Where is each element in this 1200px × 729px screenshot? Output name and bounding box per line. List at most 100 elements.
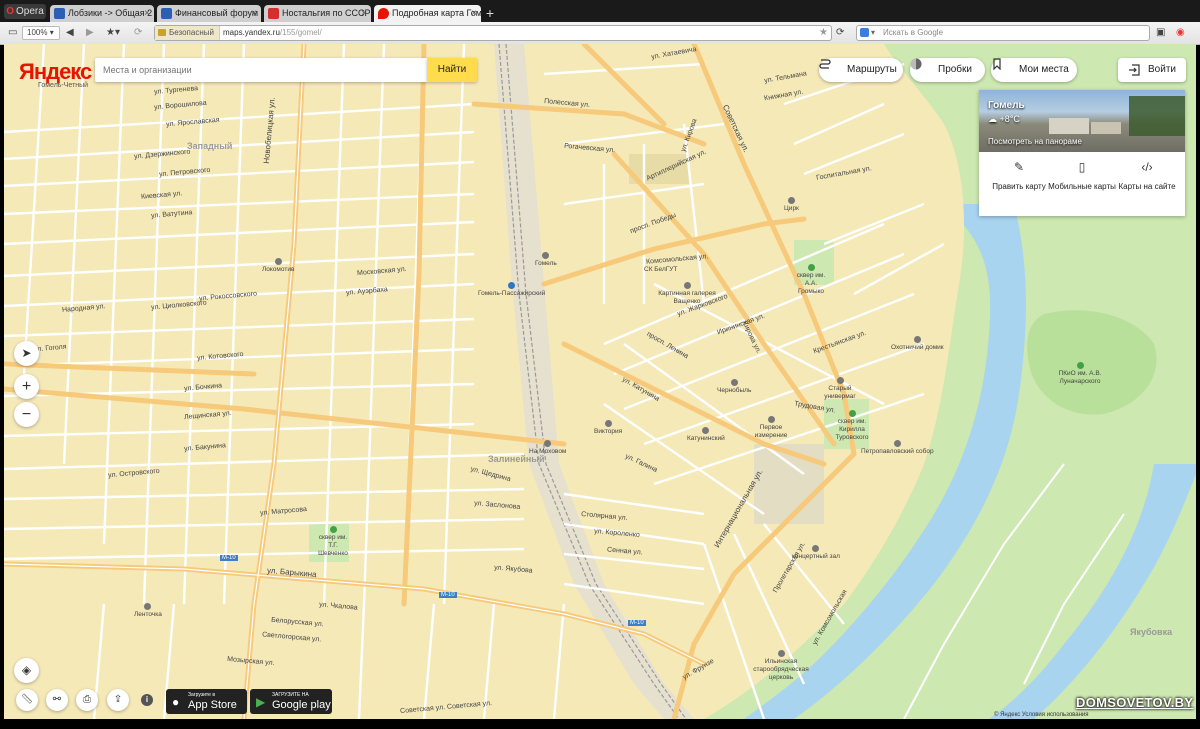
cart-icon (767, 416, 775, 423)
poi-shop[interactable]: Первое измерение (753, 416, 789, 440)
district-label: Западный (187, 141, 233, 151)
tab-4-active[interactable]: Подробная карта Гом... × (374, 5, 481, 22)
google-search-field[interactable]: ▾ Искать в Google (856, 25, 1150, 41)
poi-label: Охотничий домик (891, 344, 944, 351)
pencil-icon: ✎ (1013, 160, 1025, 174)
poi-label: Ильинская старообрядческая церковь (753, 658, 809, 681)
panorama-link[interactable]: Посмотреть на панораме (988, 137, 1082, 146)
poi-park[interactable]: сквер им. Кирилла Туровского (830, 410, 874, 442)
camera-icon[interactable]: ▣ (1156, 25, 1165, 41)
poi-park[interactable]: сквер им. А.А. Громыко (794, 264, 828, 296)
print-button[interactable]: ⎙ (76, 689, 98, 711)
poi-sport[interactable]: Локомотив (262, 258, 294, 274)
address-bar[interactable]: Безопасный maps.yandex.ru/155/gomel/ ★ (154, 25, 832, 41)
mobile-maps-link[interactable]: ▯ Мобильные карты (1048, 161, 1116, 192)
poi-shop[interactable]: Ленточка (134, 603, 162, 619)
forward-icon[interactable]: ▶ (86, 25, 94, 41)
plus-icon: + (21, 378, 32, 395)
poi-shop[interactable]: На Моховом (529, 440, 566, 456)
poi-label: сквер им. А.А. Громыко (796, 272, 826, 295)
bookmark-star-icon[interactable]: ★▾ (106, 25, 120, 41)
ruler-button[interactable]: 📏︎ (16, 689, 38, 711)
poi-music[interactable]: концертный зал (792, 545, 840, 561)
panorama-binoculars-button[interactable]: ⚯ (46, 689, 68, 711)
poi-label: СК БелГУТ (644, 266, 678, 273)
tree-icon (329, 526, 337, 533)
poi-shop[interactable]: Катунинский (687, 427, 725, 443)
opera-menu-button[interactable]: O Opera (4, 4, 46, 19)
close-icon[interactable]: × (471, 5, 477, 22)
zoom-out-button[interactable]: − (14, 402, 39, 427)
poi-label: концертный зал (792, 553, 840, 560)
poi-station[interactable]: Гомель-Пассажирский (478, 282, 545, 298)
share-button[interactable]: ⇪ (107, 689, 129, 711)
my-places-button[interactable]: Мои места (991, 58, 1077, 82)
poi-sport[interactable]: СК БелГУТ (644, 266, 677, 274)
browser-toolbar: ▭ 100% ▾ ◀ ▶ ★▾ ⟳ Безопасный maps.yandex… (0, 22, 1200, 45)
copyright-text[interactable]: © Яндекс Условия использования (994, 712, 1089, 718)
googleplay-big-text: Google play (272, 699, 331, 711)
panorama-thumbnail[interactable]: Гомель ☁ +8°C Посмотреть на панораме (979, 90, 1185, 152)
close-icon[interactable]: × (144, 5, 150, 22)
edit-map-link[interactable]: ✎ Править карту (985, 160, 1053, 192)
tree-icon (1076, 362, 1084, 369)
zoom-in-button[interactable]: + (14, 374, 39, 399)
googleplay-small-text: ЗАГРУЗИТЕ НА (272, 692, 309, 698)
login-icon (1129, 64, 1140, 76)
poi-park[interactable]: ПКиО им. А.В. Луначарского (1058, 362, 1102, 386)
favorite-star-icon[interactable]: ★ (819, 26, 828, 40)
maps-on-site-label: Карты на сайте (1118, 182, 1176, 191)
poi-shop[interactable]: Виктория (594, 420, 622, 436)
poi-church[interactable]: Петропавловский собор (861, 440, 934, 456)
cloud-icon: ☁ (988, 114, 997, 124)
opera-turbo-icon[interactable]: ◉ (1176, 25, 1185, 41)
poi-circus[interactable]: Цирк (784, 197, 799, 213)
tab-1[interactable]: Лобзики -> Общая 2 × (50, 5, 154, 22)
refresh-icon[interactable]: ⟳ (836, 25, 844, 41)
tab-title: Лобзики -> Общая 2 (68, 8, 153, 18)
google-search-placeholder: Искать в Google (883, 28, 944, 37)
poi-shop[interactable]: Старый универмаг (822, 377, 858, 401)
poi-church[interactable]: Ильинская старообрядческая церковь (751, 650, 811, 682)
tab-3[interactable]: Ностальгия по СССР -...× (264, 5, 371, 22)
layers-button[interactable]: ◈ (14, 658, 39, 683)
info-icon[interactable]: i (141, 694, 153, 706)
google-play-badge[interactable]: ▶ ЗАГРУЗИТЕ НА Google play (250, 689, 332, 714)
cart-icon (604, 420, 612, 427)
search-input[interactable] (95, 58, 427, 82)
reload-disabled-icon[interactable]: ⟳ (134, 25, 142, 41)
poi-museum[interactable]: Охотничий домик (891, 336, 944, 352)
poi-museum[interactable]: Чернобыль (717, 379, 751, 395)
poi-label: Ленточка (134, 611, 162, 618)
traffic-button[interactable]: Пробки (910, 58, 985, 82)
poi-museum[interactable]: Картинная галерея Ващенко (656, 282, 718, 306)
poi-park[interactable]: сквер им. Т.Г. Шевченко (315, 526, 351, 558)
poi-label: сквер им. Кирилла Туровского (835, 418, 869, 441)
close-icon[interactable]: × (251, 5, 257, 22)
maps-on-site-link[interactable]: ‹/› Карты на сайте (1113, 161, 1181, 192)
tab-favicon-icon (268, 8, 279, 19)
city-name: Гомель (988, 100, 1025, 111)
geolocation-button[interactable]: ➤ (14, 341, 39, 366)
new-tab-button[interactable]: + (483, 5, 497, 21)
zoom-selector[interactable]: 100% ▾ (22, 26, 60, 40)
tab-2[interactable]: Финансовый форум (...× (157, 5, 261, 22)
map-canvas[interactable]: Западный Залинейный Якубовка ул. Тургене… (4, 44, 1196, 719)
routes-button[interactable]: Маршруты (819, 58, 903, 82)
poi-label: сквер им. Т.Г. Шевченко (318, 534, 348, 557)
login-button[interactable]: Войти (1118, 58, 1186, 82)
train-icon (508, 282, 516, 289)
app-store-badge[interactable]: ● Загрузите в App Store (166, 689, 247, 714)
bookmark-icon (993, 58, 1001, 70)
poi-label: Первое измерение (754, 424, 788, 439)
search-dropdown-icon[interactable]: ▾ (871, 26, 875, 40)
printer-icon: ⎙ (83, 694, 91, 705)
poi-station[interactable]: Гомель (535, 252, 557, 268)
back-icon[interactable]: ◀ (66, 25, 74, 41)
security-badge[interactable]: Безопасный (155, 26, 220, 40)
museum-icon (730, 379, 738, 386)
poi-label: Гомель-Пассажирский (478, 290, 546, 297)
traffic-icon (910, 58, 922, 70)
close-icon[interactable]: × (361, 5, 367, 22)
search-button[interactable]: Найти (427, 58, 477, 82)
